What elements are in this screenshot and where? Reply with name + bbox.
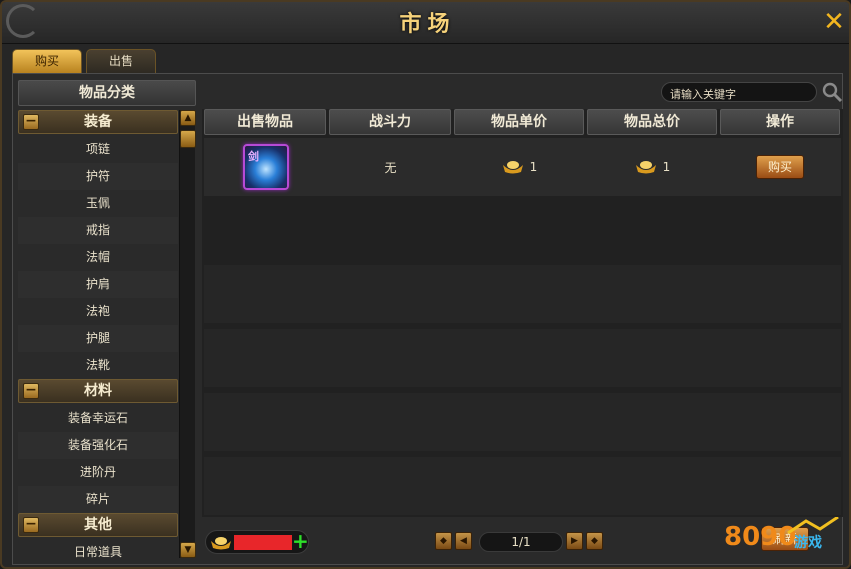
sidebar-item-hat[interactable]: 法帽 xyxy=(18,244,178,271)
tab-sell[interactable]: 出售 xyxy=(86,49,156,73)
power-cell: 无 xyxy=(384,160,397,175)
category-items-materials: 装备幸运石 装备强化石 进阶丹 碎片 xyxy=(18,405,178,513)
table-row[interactable]: 剑 无 1 1 购买 xyxy=(204,138,841,196)
next-page-icon[interactable]: ▶ xyxy=(566,532,583,550)
first-page-icon[interactable]: ◆ xyxy=(435,532,452,550)
collapse-icon[interactable]: − xyxy=(23,383,39,399)
table-header: 出售物品 战斗力 物品单价 物品总价 操作 xyxy=(202,109,843,137)
tab-buy[interactable]: 购买 xyxy=(12,49,82,73)
sidebar-title: 物品分类 xyxy=(18,80,196,106)
category-header-other[interactable]: − 其他 xyxy=(18,513,178,537)
currency-display: + xyxy=(205,530,309,554)
search-icon[interactable] xyxy=(821,81,843,103)
category-header-materials[interactable]: − 材料 xyxy=(18,379,178,403)
page-indicator: 1/1 xyxy=(479,532,563,552)
buy-button[interactable]: 购买 xyxy=(756,155,804,179)
column-header-power: 战斗力 xyxy=(329,109,451,135)
sidebar-item-jade[interactable]: 玉佩 xyxy=(18,190,178,217)
search-input[interactable] xyxy=(662,85,816,104)
category-label: 材料 xyxy=(84,383,112,399)
empty-row xyxy=(204,457,841,515)
item-cell: 剑 xyxy=(204,144,328,190)
empty-row xyxy=(204,265,841,323)
scroll-thumb[interactable] xyxy=(180,130,196,148)
content-frame: 物品分类 − 装备 项链 护符 玉佩 戒指 法帽 护肩 法袍 护腿 法靴 − 材… xyxy=(12,73,843,565)
category-label: 装备 xyxy=(84,114,112,130)
close-button[interactable]: ✕ xyxy=(821,8,847,36)
sidebar-item-boots[interactable]: 法靴 xyxy=(18,352,178,379)
column-header-action: 操作 xyxy=(720,109,840,135)
collapse-icon[interactable]: − xyxy=(23,114,39,130)
8090-watermark-logo: 8090 游戏 xyxy=(724,517,839,552)
column-header-unit-price: 物品单价 xyxy=(454,109,584,135)
sidebar-item-robe[interactable]: 法袍 xyxy=(18,298,178,325)
collapse-icon[interactable]: − xyxy=(23,517,39,533)
unit-price-cell: 1 xyxy=(453,160,586,174)
sidebar-item-legs[interactable]: 护腿 xyxy=(18,325,178,352)
item-sword-orb-icon[interactable]: 剑 xyxy=(243,144,289,190)
total-price-cell: 1 xyxy=(586,160,719,174)
item-tag: 剑 xyxy=(248,150,259,163)
sidebar-item-advance-pill[interactable]: 进阶丹 xyxy=(18,459,178,486)
sidebar-item-amulet[interactable]: 护符 xyxy=(18,163,178,190)
sidebar-item-luck-stone[interactable]: 装备幸运石 xyxy=(18,405,178,432)
sidebar-item-necklace[interactable]: 项链 xyxy=(18,136,178,163)
column-header-total-price: 物品总价 xyxy=(587,109,717,135)
gold-ingot-icon xyxy=(635,160,657,174)
category-items-equipment: 项链 护符 玉佩 戒指 法帽 护肩 法袍 护腿 法靴 xyxy=(18,136,178,379)
add-currency-icon[interactable]: + xyxy=(292,531,309,552)
sidebar-item-daily-items[interactable]: 日常道具 xyxy=(18,539,178,566)
sidebar-item-ring[interactable]: 戒指 xyxy=(18,217,178,244)
category-header-equipment[interactable]: − 装备 xyxy=(18,110,178,134)
title-bar: 市场 ✕ xyxy=(2,2,849,44)
scroll-down-icon[interactable]: ▼ xyxy=(180,542,196,558)
category-sidebar: 物品分类 − 装备 项链 护符 玉佩 戒指 法帽 护肩 法袍 护腿 法靴 − 材… xyxy=(18,80,196,560)
currency-bar xyxy=(234,535,292,550)
column-header-item: 出售物品 xyxy=(204,109,326,135)
scroll-up-icon[interactable]: ▲ xyxy=(180,110,196,126)
search-field[interactable] xyxy=(661,82,817,104)
category-list: − 装备 项链 护符 玉佩 戒指 法帽 护肩 法袍 护腿 法靴 − 材料 装备幸… xyxy=(18,110,178,566)
category-label: 其他 xyxy=(84,517,112,533)
empty-row xyxy=(204,329,841,387)
unit-price-value: 1 xyxy=(529,160,538,174)
sidebar-item-enhance-stone[interactable]: 装备强化石 xyxy=(18,432,178,459)
sidebar-scrollbar[interactable]: ▲ ▼ xyxy=(179,110,196,558)
window-title: 市场 xyxy=(399,11,456,37)
market-window: 市场 ✕ 购买 出售 物品分类 − 装备 项链 护符 玉佩 戒指 法帽 护肩 法… xyxy=(0,0,851,569)
tab-bar: 购买 出售 xyxy=(12,49,156,73)
action-cell: 购买 xyxy=(719,155,841,179)
close-icon: ✕ xyxy=(823,7,845,37)
sidebar-item-fragment[interactable]: 碎片 xyxy=(18,486,178,513)
svg-text:8090: 8090 xyxy=(724,522,796,552)
prev-page-icon[interactable]: ◀ xyxy=(455,532,472,550)
svg-text:游戏: 游戏 xyxy=(794,534,822,551)
market-table: 出售物品 战斗力 物品单价 物品总价 操作 剑 无 1 1 购买 xyxy=(202,109,843,517)
sidebar-item-shoulder[interactable]: 护肩 xyxy=(18,271,178,298)
gold-ingot-icon xyxy=(502,160,524,174)
last-page-icon[interactable]: ◆ xyxy=(586,532,603,550)
gold-ingot-icon xyxy=(210,535,232,554)
category-items-other: 日常道具 xyxy=(18,539,178,566)
total-price-value: 1 xyxy=(662,160,671,174)
empty-row xyxy=(204,393,841,451)
